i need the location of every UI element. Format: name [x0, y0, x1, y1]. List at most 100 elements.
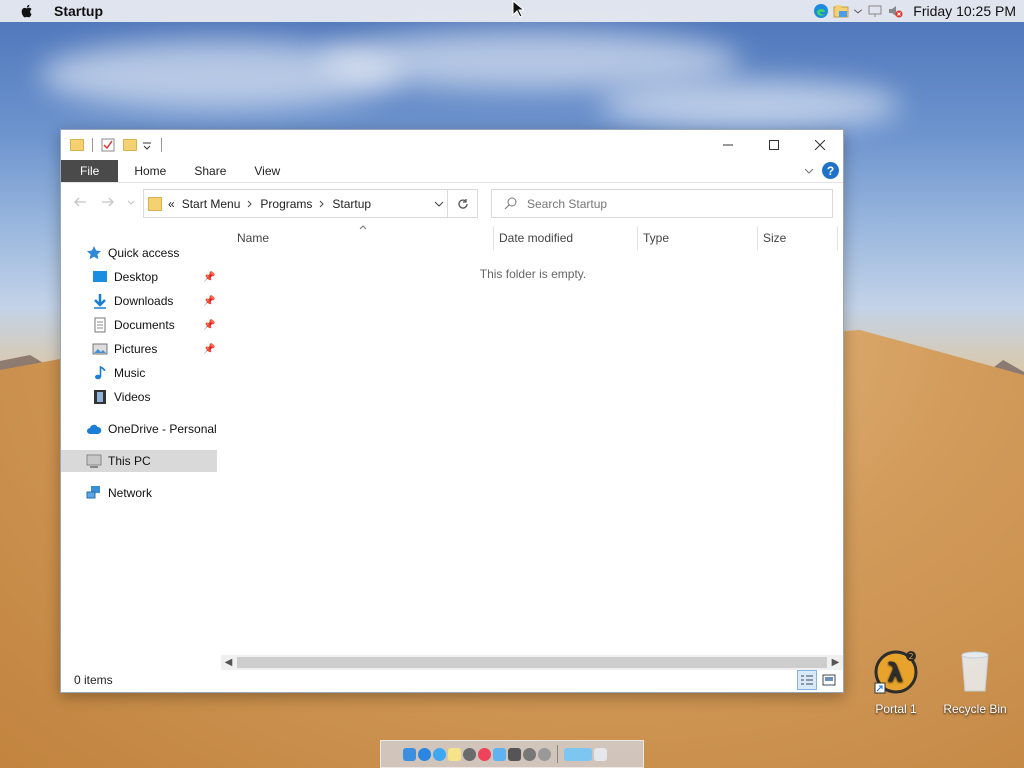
trash-icon[interactable] [594, 747, 607, 761]
search-box[interactable] [491, 189, 833, 218]
column-header-type[interactable]: Type [627, 226, 747, 250]
nav-quick-access[interactable]: Quick access [86, 242, 179, 264]
volume-muted-icon[interactable] [887, 3, 903, 19]
folder-icon [148, 196, 162, 211]
item-count: 0 items [74, 673, 113, 687]
chevron-down-icon[interactable] [853, 3, 863, 19]
music-icon[interactable] [478, 747, 491, 761]
close-button[interactable] [797, 130, 843, 160]
nav-downloads[interactable]: Downloads 📌 [92, 290, 219, 312]
empty-folder-message: This folder is empty. [479, 267, 587, 281]
properties-icon[interactable] [101, 138, 115, 152]
pin-icon[interactable]: 📌 [203, 344, 215, 355]
desktop-shortcut-portal[interactable]: λ 2 Portal 1 [861, 649, 931, 716]
menu-bar-clock[interactable]: Friday 10:25 PM [913, 3, 1016, 19]
file-list-pane: Name Date modified Type Size This folder… [221, 225, 839, 656]
forward-arrow-icon[interactable] [101, 195, 115, 209]
pin-icon[interactable]: 📌 [203, 320, 215, 331]
svg-text:2: 2 [909, 652, 914, 661]
computer-icon [86, 454, 102, 468]
nav-desktop[interactable]: Desktop 📌 [92, 266, 219, 288]
back-arrow-icon[interactable] [73, 195, 87, 209]
nav-label: Downloads [114, 294, 174, 308]
breadcrumb-programs[interactable]: Programs [260, 197, 312, 211]
column-header-size[interactable]: Size [747, 226, 831, 250]
column-header-name[interactable]: Name [221, 226, 493, 250]
edge-icon[interactable] [813, 3, 829, 19]
half-life-lambda-icon: λ 2 [874, 650, 918, 694]
monitor-icon[interactable] [867, 3, 883, 19]
details-view-button[interactable] [797, 670, 817, 690]
nav-videos[interactable]: Videos [92, 386, 150, 408]
title-bar[interactable] [61, 130, 843, 160]
safari-icon[interactable] [433, 747, 446, 761]
tab-view[interactable]: View [240, 160, 294, 182]
large-icons-view-button[interactable] [819, 670, 839, 690]
desktop-icon-label: Portal 1 [875, 702, 917, 716]
tab-share[interactable]: Share [180, 160, 240, 182]
recent-locations-icon[interactable] [127, 199, 135, 207]
notes-icon[interactable] [448, 747, 461, 761]
desktop-icon-label: Recycle Bin [943, 702, 1007, 716]
search-icon [504, 197, 517, 210]
terminal-icon[interactable] [508, 747, 521, 761]
wallpaper-cloud [320, 30, 740, 90]
view-toggle [797, 670, 839, 690]
divider [161, 138, 162, 152]
tab-home[interactable]: Home [120, 160, 180, 182]
address-bar[interactable]: « Start Menu Programs Startup [143, 189, 478, 218]
launchpad-icon[interactable] [463, 747, 476, 761]
nav-documents[interactable]: Documents 📌 [92, 314, 219, 336]
network-icon [86, 486, 100, 499]
nav-network[interactable]: Network [86, 482, 152, 504]
picture-icon [92, 343, 108, 355]
maximize-icon [769, 140, 779, 150]
app-store-icon[interactable] [418, 747, 431, 761]
dock [380, 740, 644, 768]
new-folder-icon[interactable] [123, 139, 137, 151]
chevron-right-icon[interactable] [247, 200, 253, 208]
cloud-icon [87, 424, 102, 434]
tab-file[interactable]: File [61, 160, 119, 182]
nav-onedrive[interactable]: OneDrive - Personal [86, 418, 217, 440]
divider [837, 226, 838, 250]
scrollbar-thumb[interactable] [237, 657, 827, 668]
nav-label: Music [114, 366, 146, 380]
desktop-recycle-bin[interactable]: Recycle Bin [940, 649, 1010, 716]
nav-label: Videos [114, 390, 151, 404]
pin-icon[interactable]: 📌 [203, 296, 215, 307]
nav-this-pc[interactable]: This PC [61, 450, 217, 472]
search-input[interactable] [527, 196, 807, 211]
nav-pictures[interactable]: Pictures 📌 [92, 338, 219, 360]
finder-icon[interactable] [403, 747, 416, 761]
help-button[interactable]: ? [822, 162, 839, 179]
folder-icon [70, 139, 84, 151]
chevron-down-icon[interactable] [434, 199, 444, 209]
column-header-date-modified[interactable]: Date modified [483, 226, 627, 250]
customize-toolbar-icon[interactable] [141, 139, 153, 151]
nav-label: This PC [108, 454, 151, 468]
nav-music[interactable]: Music [92, 362, 145, 384]
nav-label: Documents [114, 318, 175, 332]
breadcrumb-startup[interactable]: Startup [332, 197, 371, 211]
refresh-button[interactable] [447, 190, 477, 217]
breadcrumb-start-menu[interactable]: Start Menu [182, 197, 241, 211]
pin-icon[interactable]: 📌 [203, 272, 215, 283]
system-preferences-icon[interactable] [523, 747, 536, 761]
minimize-button[interactable] [705, 130, 751, 160]
large-icons-view-icon [822, 674, 836, 686]
power-icon[interactable] [538, 747, 551, 761]
downloads-stack-icon[interactable] [564, 747, 592, 761]
nav-label: Pictures [114, 342, 158, 356]
minimize-icon [723, 144, 733, 146]
mail-icon[interactable] [493, 747, 506, 761]
expand-ribbon-icon[interactable] [804, 166, 814, 176]
nav-label: Network [108, 486, 153, 500]
explorer-tray-icon[interactable] [833, 3, 849, 19]
breadcrumb-overflow[interactable]: « [168, 197, 175, 211]
maximize-button[interactable] [751, 130, 797, 160]
desktop-icon [93, 271, 107, 282]
active-app-title[interactable]: Startup [54, 3, 103, 19]
apple-icon[interactable] [19, 3, 35, 19]
chevron-right-icon[interactable] [319, 200, 325, 208]
